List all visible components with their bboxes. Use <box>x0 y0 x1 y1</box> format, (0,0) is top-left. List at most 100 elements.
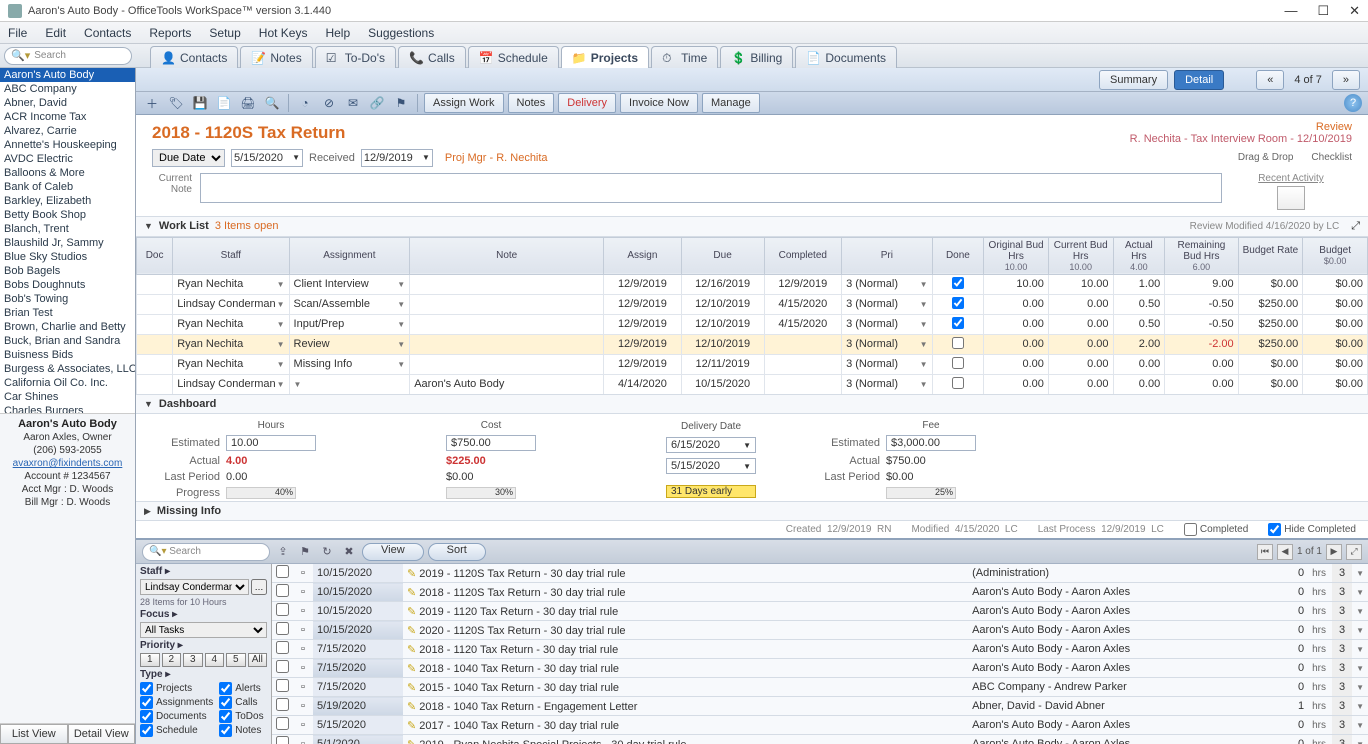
page-next[interactable]: ▶ <box>1326 544 1342 560</box>
priority-2[interactable]: 2 <box>162 653 182 667</box>
manage-button[interactable]: Manage <box>702 93 760 113</box>
current-note-input[interactable] <box>200 173 1222 203</box>
copy-icon[interactable]: 📄 <box>214 93 234 113</box>
notes-button[interactable]: Notes <box>508 93 555 113</box>
tab-documents[interactable]: 📄Documents <box>795 46 897 68</box>
close-button[interactable]: ✕ <box>1349 3 1360 19</box>
client-item[interactable]: Burgess & Associates, LLC <box>0 362 135 376</box>
dashboard-header[interactable]: ▼Dashboard <box>136 394 1368 414</box>
menu-reports[interactable]: Reports <box>149 26 191 40</box>
priority-1[interactable]: 1 <box>140 653 160 667</box>
client-email-link[interactable]: avaxron@fixindents.com <box>4 457 131 470</box>
location-link[interactable]: R. Nechita - Tax Interview Room - 12/10/… <box>1130 133 1352 145</box>
client-item[interactable]: Alvarez, Carrie <box>0 124 135 138</box>
priority-4[interactable]: 4 <box>205 653 225 667</box>
menu-suggestions[interactable]: Suggestions <box>368 26 434 40</box>
sort-button[interactable]: Sort <box>428 543 486 561</box>
type-schedule[interactable]: Schedule <box>140 724 213 737</box>
staff-select[interactable]: Lindsay Conderman <box>140 579 249 595</box>
client-item[interactable]: ACR Income Tax <box>0 110 135 124</box>
received-date-input[interactable]: 12/9/2019▼ <box>361 149 433 167</box>
tab-time[interactable]: ⏱Time <box>651 46 718 68</box>
tab-schedule[interactable]: 📅Schedule <box>468 46 559 68</box>
worklist-header[interactable]: ▼ Work List 3 Items open Review Modified… <box>136 216 1368 237</box>
priority-All[interactable]: All <box>248 653 268 667</box>
flag-icon[interactable]: ⚑ <box>391 93 411 113</box>
task-row[interactable]: ▫10/15/2020✎ 2019 - 1120 Tax Return - 30… <box>272 602 1368 621</box>
link-icon[interactable]: 🔗 <box>367 93 387 113</box>
page-first[interactable]: ⏮ <box>1257 544 1273 560</box>
task-row[interactable]: ▫5/15/2020✎ 2017 - 1040 Tax Return - 30 … <box>272 716 1368 735</box>
due-date-input[interactable]: 5/15/2020▼ <box>231 149 303 167</box>
menu-contacts[interactable]: Contacts <box>84 26 131 40</box>
help-icon[interactable]: ? <box>1344 94 1362 112</box>
type-todos[interactable]: ToDos <box>219 710 267 723</box>
client-item[interactable]: Bob's Towing <box>0 292 135 306</box>
maximize-button[interactable]: ☐ <box>1317 3 1329 19</box>
type-documents[interactable]: Documents <box>140 710 213 723</box>
hide-completed-checkbox[interactable]: Hide Completed <box>1268 523 1356 536</box>
cancel-icon[interactable]: ⊘ <box>319 93 339 113</box>
menu-hot keys[interactable]: Hot Keys <box>259 26 308 40</box>
worklist-row[interactable]: Ryan Nechita▼Review▼12/9/201912/10/20193… <box>137 334 1368 354</box>
menu-edit[interactable]: Edit <box>45 26 66 40</box>
worklist-row[interactable]: Ryan Nechita▼Missing Info▼12/9/201912/11… <box>137 354 1368 374</box>
global-search[interactable]: 🔍▾ Search <box>4 47 132 65</box>
menu-help[interactable]: Help <box>325 26 350 40</box>
client-item[interactable]: AVDC Electric <box>0 152 135 166</box>
type-notes[interactable]: Notes <box>219 724 267 737</box>
upload-icon[interactable]: ⇪ <box>274 543 292 561</box>
task-row[interactable]: ▫10/15/2020✎ 2019 - 1120S Tax Return - 3… <box>272 564 1368 583</box>
task-row[interactable]: ▫7/15/2020✎ 2018 - 1040 Tax Return - 30 … <box>272 659 1368 678</box>
tab-notes[interactable]: 📝Notes <box>240 46 312 68</box>
cross-icon[interactable]: ✖ <box>340 543 358 561</box>
client-item[interactable]: Betty Book Shop <box>0 208 135 222</box>
task-row[interactable]: ▫5/19/2020✎ 2018 - 1040 Tax Return - Eng… <box>272 697 1368 716</box>
client-item[interactable]: Charles Burgers <box>0 404 135 414</box>
recent-activity-link[interactable]: Recent Activity <box>1230 173 1352 184</box>
checklist-icon[interactable] <box>1277 186 1305 210</box>
client-item[interactable]: Blanch, Trent <box>0 222 135 236</box>
staff-more[interactable]: … <box>251 579 267 595</box>
focus-select[interactable]: All Tasks <box>140 622 267 638</box>
delivery-button[interactable]: Delivery <box>558 93 616 113</box>
worklist-row[interactable]: Ryan Nechita▼Client Interview▼12/9/20191… <box>137 274 1368 294</box>
priority-5[interactable]: 5 <box>226 653 246 667</box>
menu-file[interactable]: File <box>8 26 27 40</box>
client-item[interactable]: Brian Test <box>0 306 135 320</box>
task-search[interactable]: 🔍▾ Search <box>142 543 270 561</box>
type-alerts[interactable]: Alerts <box>219 682 267 695</box>
priority-3[interactable]: 3 <box>183 653 203 667</box>
nav-prev[interactable]: « <box>1256 70 1284 90</box>
worklist-row[interactable]: Lindsay Conderman▼▼Aaron's Auto Body4/14… <box>137 374 1368 394</box>
client-item[interactable]: Buisness Bids <box>0 348 135 362</box>
client-item[interactable]: Blaushild Jr, Sammy <box>0 236 135 250</box>
missing-info-header[interactable]: ▶Missing Info <box>136 501 1368 521</box>
client-item[interactable]: Bank of Caleb <box>0 180 135 194</box>
tab-to-do's[interactable]: ☑To-Do's <box>315 46 396 68</box>
detail-button[interactable]: Detail <box>1174 70 1224 90</box>
task-row[interactable]: ▫7/15/2020✎ 2018 - 1120 Tax Return - 30 … <box>272 640 1368 659</box>
completed-checkbox[interactable]: Completed <box>1184 523 1248 536</box>
client-item[interactable]: Annette's Houskeeping <box>0 138 135 152</box>
save-icon[interactable]: 💾 <box>190 93 210 113</box>
list-view-tab[interactable]: List View <box>0 724 68 744</box>
priority-buttons[interactable]: 12345All <box>140 653 267 667</box>
client-item[interactable]: Balloons & More <box>0 166 135 180</box>
tag-icon[interactable]: 🏷 <box>166 93 186 113</box>
type-calls[interactable]: Calls <box>219 696 267 709</box>
mail-icon[interactable]: ✉ <box>343 93 363 113</box>
client-item[interactable]: Abner, David <box>0 96 135 110</box>
task-row[interactable]: ▫7/15/2020✎ 2015 - 1040 Tax Return - 30 … <box>272 678 1368 697</box>
page-prev[interactable]: ◀ <box>1277 544 1293 560</box>
client-item[interactable]: Brown, Charlie and Betty <box>0 320 135 334</box>
client-item[interactable]: ABC Company <box>0 82 135 96</box>
minimize-button[interactable]: — <box>1284 3 1297 19</box>
find-icon[interactable]: 🔍 <box>262 93 282 113</box>
client-item[interactable]: California Oil Co. Inc. <box>0 376 135 390</box>
invoice-button[interactable]: Invoice Now <box>620 93 698 113</box>
assign-work-button[interactable]: Assign Work <box>424 93 504 113</box>
refresh-icon[interactable]: ↻ <box>318 543 336 561</box>
client-item[interactable]: Blue Sky Studios <box>0 250 135 264</box>
task-table[interactable]: ▫10/15/2020✎ 2019 - 1120S Tax Return - 3… <box>272 564 1368 744</box>
